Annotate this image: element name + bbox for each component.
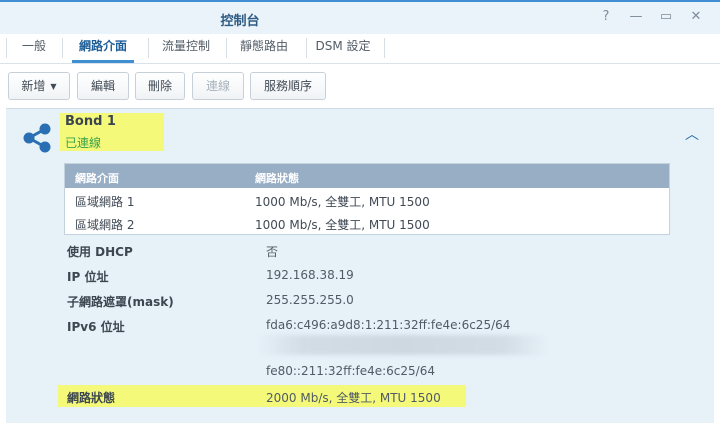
- table-row[interactable]: 區域網路 1 1000 Mb/s, 全雙工, MTU 1500: [65, 188, 669, 211]
- network-status-label: 網路狀態: [67, 391, 116, 405]
- member-interfaces-table: 網路介面 網路狀態 區域網路 1 1000 Mb/s, 全雙工, MTU 150…: [64, 163, 670, 235]
- member-interface-name: 區域網路 2: [75, 218, 135, 232]
- chevron-up-icon[interactable]: ︿: [682, 124, 702, 144]
- interface-panel: Bond 1 已連線 ︿ 網路介面 網路狀態 區域網路 1 1000 Mb/s,…: [6, 108, 714, 423]
- subnet-mask-value: 255.255.255.0: [266, 293, 354, 307]
- tab-static-route[interactable]: 靜態路由: [234, 34, 294, 63]
- tab-divider: [306, 38, 307, 58]
- ipv6-address-value: fda6:c496:a9d8:1:211:32ff:fe4e:6c25/64: [266, 318, 511, 332]
- table-header: 網路介面 網路狀態: [65, 164, 669, 188]
- add-button[interactable]: 新增 ▼: [8, 72, 70, 100]
- tab-divider: [384, 38, 385, 58]
- service-order-button[interactable]: 服務順序: [250, 72, 326, 100]
- member-interface-name: 區域網路 1: [75, 195, 135, 209]
- title-bar: 控制台 ? — ▭ ✕: [0, 0, 720, 34]
- tab-dsm-settings[interactable]: DSM 設定: [312, 34, 374, 63]
- tab-divider: [148, 38, 149, 58]
- toolbar: 新增 ▼ 編輯 刪除 連線 服務順序: [0, 64, 720, 108]
- add-button-label: 新增: [21, 79, 46, 93]
- dhcp-label: 使用 DHCP: [67, 245, 133, 259]
- tab-traffic-control[interactable]: 流量控制: [156, 34, 216, 63]
- subnet-mask-label: 子網路遮罩(mask): [67, 295, 174, 309]
- redacted-address: [258, 335, 548, 355]
- tab-divider: [6, 38, 7, 58]
- minimize-icon[interactable]: —: [628, 9, 644, 25]
- interface-name: Bond 1: [65, 114, 116, 129]
- share-icon: [23, 123, 51, 153]
- ip-address-label: IP 位址: [67, 270, 109, 284]
- window-title: 控制台: [220, 14, 260, 29]
- column-header-status: 網路狀態: [255, 172, 299, 185]
- ipv6-address-label: IPv6 位址: [67, 320, 125, 334]
- help-icon[interactable]: ?: [598, 9, 614, 25]
- ip-address-value: 192.168.38.19: [266, 268, 354, 282]
- network-status-value: 2000 Mb/s, 全雙工, MTU 1500: [266, 391, 441, 405]
- member-interface-status: 1000 Mb/s, 全雙工, MTU 1500: [255, 195, 430, 209]
- ipv6-link-local-value: fe80::211:32ff:fe4e:6c25/64: [266, 364, 435, 378]
- column-header-interface: 網路介面: [75, 172, 119, 185]
- edit-button[interactable]: 編輯: [77, 72, 129, 100]
- tab-divider: [62, 38, 63, 58]
- tab-divider: [226, 38, 227, 58]
- member-interface-status: 1000 Mb/s, 全雙工, MTU 1500: [255, 218, 430, 232]
- tab-bar: 一般 網路介面 流量控制 靜態路由 DSM 設定: [0, 34, 720, 64]
- caret-down-icon: ▼: [50, 81, 57, 91]
- tab-network-interface[interactable]: 網路介面: [72, 34, 134, 63]
- delete-button[interactable]: 刪除: [135, 72, 185, 100]
- connection-status: 已連線: [65, 136, 102, 150]
- table-row[interactable]: 區域網路 2 1000 Mb/s, 全雙工, MTU 1500: [65, 211, 669, 234]
- tab-general[interactable]: 一般: [14, 34, 54, 63]
- close-icon[interactable]: ✕: [688, 9, 704, 25]
- connect-button[interactable]: 連線: [192, 72, 244, 100]
- maximize-icon[interactable]: ▭: [658, 9, 674, 25]
- dhcp-value: 否: [266, 245, 279, 259]
